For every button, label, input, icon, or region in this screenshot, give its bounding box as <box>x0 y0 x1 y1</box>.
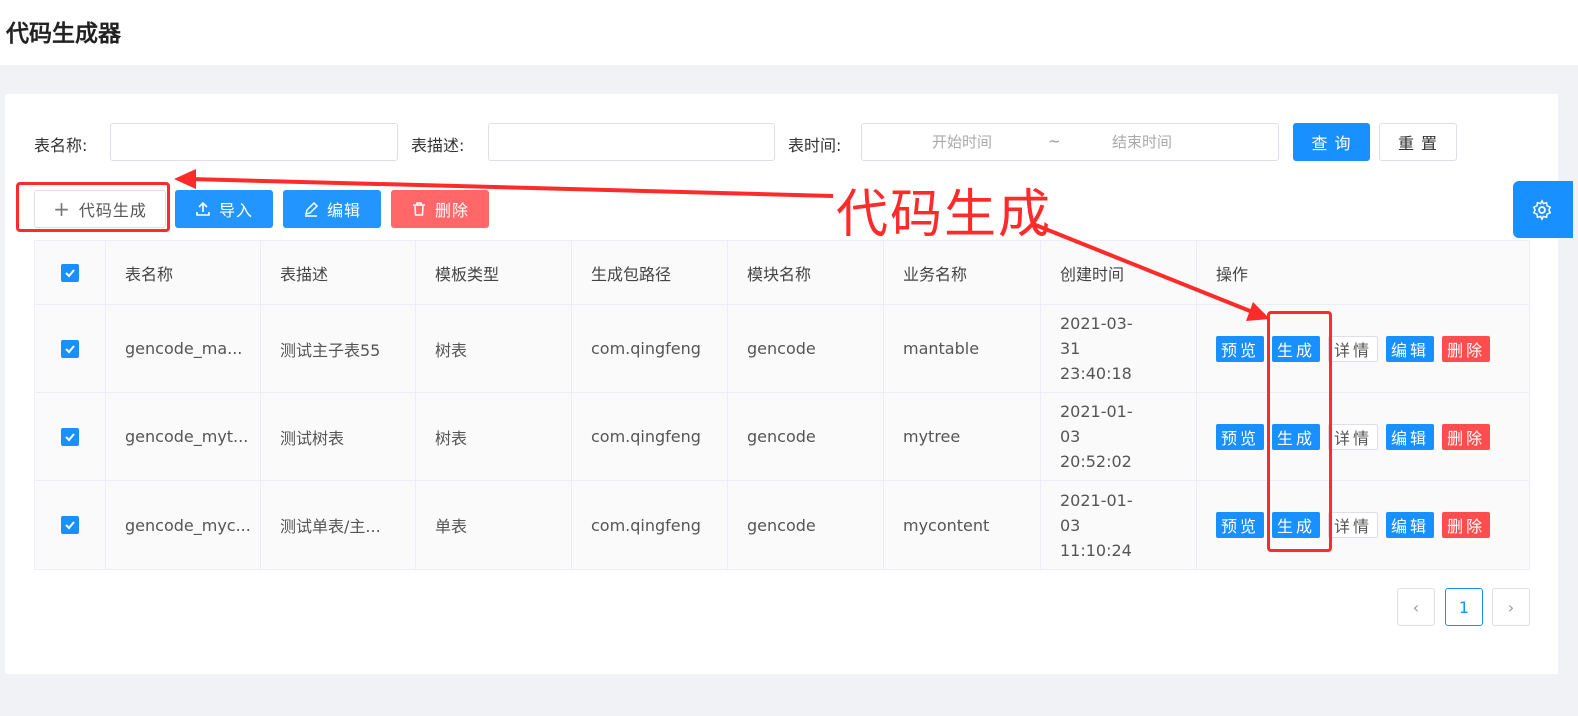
annotation-arrows <box>174 169 1270 321</box>
arrow-to-toolbar <box>174 169 834 198</box>
arrow-to-generate <box>1032 222 1270 321</box>
